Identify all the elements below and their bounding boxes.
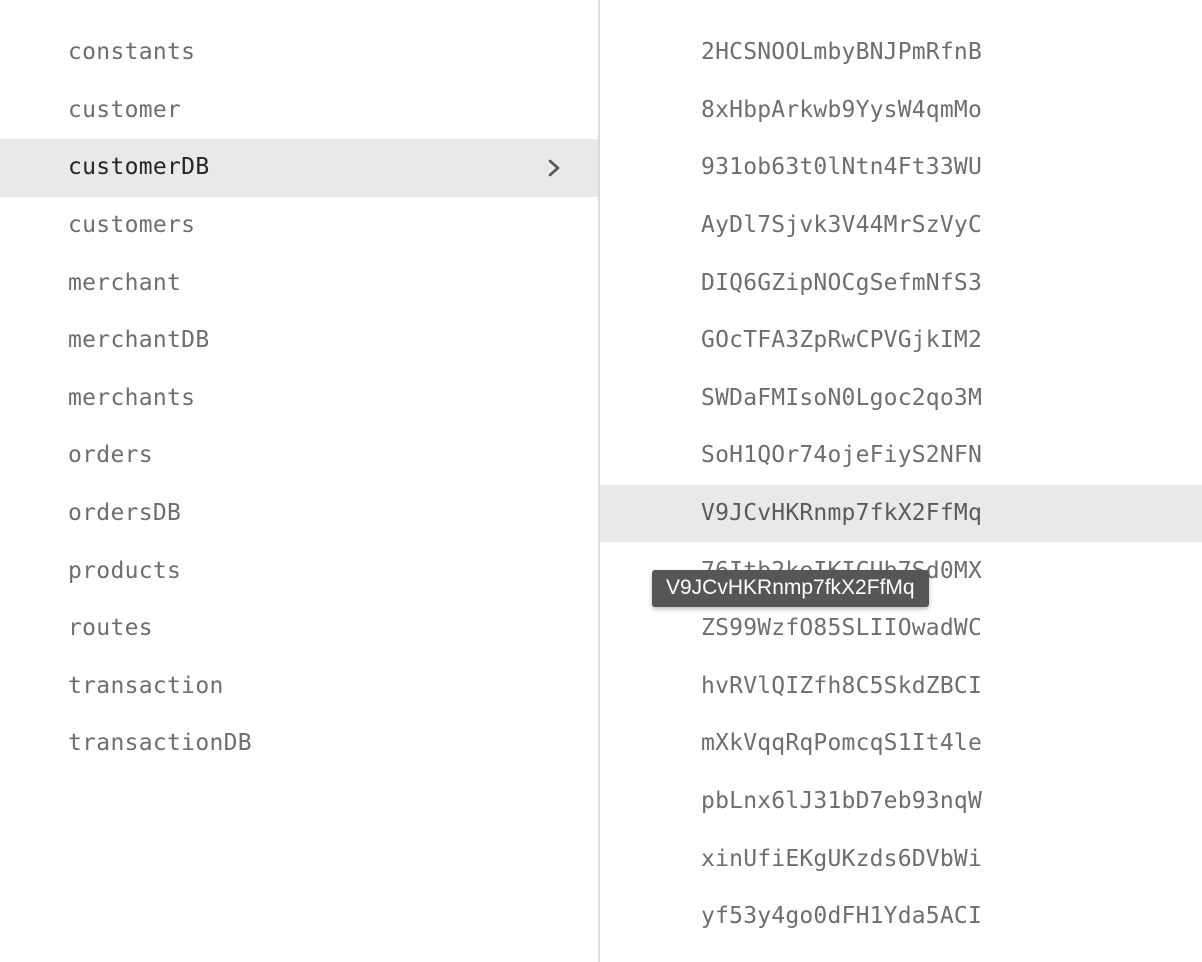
right-list-item[interactable]: 8xHbpArkwb9YysW4qmMo [600,82,1202,140]
right-list-item[interactable]: xinUfiEKgUKzds6DVbWi [600,830,1202,888]
right-panel-list: 2HCSNOOLmbyBNJPmRfnB 8xHbpArkwb9YysW4qmMo… [600,24,1202,946]
right-list-item[interactable]: hvRVlQIZfh8C5SkdZBCI [600,658,1202,716]
left-list-item-label: transaction [68,672,224,699]
right-list-item-label: 931ob63t0lNtn4Ft33WU [701,154,982,181]
left-list-item-label: merchants [68,384,196,411]
left-list-item[interactable]: transactionDB [0,715,598,773]
left-list-item[interactable]: customers [0,197,598,255]
left-list-item[interactable]: orders [0,427,598,485]
left-list-item-label: merchantDB [68,327,210,354]
right-list-item-label: DIQ6GZipNOCgSefmNfS3 [701,269,982,296]
left-panel: constants customer customerDB customers merc… [0,0,598,962]
right-list-item-label: mXkVqqRqPomcqS1It4le [701,730,982,757]
right-list-item-label: 76Itb2keIKICUb7Sd0MX [701,557,982,584]
left-list-item[interactable]: customerDB [0,139,598,197]
left-list-item-label: ordersDB [68,500,182,527]
left-list-item-label: orders [68,442,153,469]
left-list-item-label: transactionDB [68,730,252,757]
right-list-item-label: pbLnx6lJ31bD7eb93nqW [701,788,982,815]
right-list-item-label: 2HCSNOOLmbyBNJPmRfnB [701,39,982,66]
left-list-item[interactable]: merchantDB [0,312,598,370]
left-list-item[interactable]: constants [0,24,598,82]
left-list-item-label: routes [68,615,153,642]
left-list-item[interactable]: ordersDB [0,485,598,543]
left-list-item[interactable]: routes [0,600,598,658]
right-list-item[interactable]: 931ob63t0lNtn4Ft33WU [600,139,1202,197]
left-list-item-label: products [68,557,182,584]
right-list-item-label: xinUfiEKgUKzds6DVbWi [701,845,982,872]
left-list-item-label: customerDB [68,154,210,181]
right-list-item[interactable]: yf53y4go0dFH1Yda5ACI [600,888,1202,946]
right-list-item[interactable]: 2HCSNOOLmbyBNJPmRfnB [600,24,1202,82]
right-list-item-label: V9JCvHKRnmp7fkX2FfMq [701,500,982,527]
right-list-item[interactable]: AyDl7Sjvk3V44MrSzVyC [600,197,1202,255]
left-list-item-label: customers [68,212,196,239]
right-panel: 2HCSNOOLmbyBNJPmRfnB 8xHbpArkwb9YysW4qmMo… [600,0,1202,962]
right-list-item[interactable]: DIQ6GZipNOCgSefmNfS3 [600,254,1202,312]
right-list-item-label: AyDl7Sjvk3V44MrSzVyC [701,212,982,239]
left-list-item-label: constants [68,39,196,66]
right-list-item[interactable]: SoH1QOr74ojeFiyS2NFN [600,427,1202,485]
right-list-item-label: 8xHbpArkwb9YysW4qmMo [701,96,982,123]
left-list-item[interactable]: products [0,542,598,600]
autocomplete-panels: constants customer customerDB customers merc… [0,0,1202,962]
right-list-item[interactable]: mXkVqqRqPomcqS1It4le [600,715,1202,773]
left-panel-list: constants customer customerDB customers merc… [0,24,598,773]
right-list-item[interactable]: GOcTFA3ZpRwCPVGjkIM2 [600,312,1202,370]
left-list-item[interactable]: merchant [0,254,598,312]
right-list-item[interactable]: V9JCvHKRnmp7fkX2FfMq [600,484,1202,543]
left-list-item[interactable]: merchants [0,370,598,428]
right-list-item-label: ZS99WzfO85SLIIOwadWC [701,615,982,642]
right-list-item-label: GOcTFA3ZpRwCPVGjkIM2 [701,327,982,354]
left-list-item[interactable]: transaction [0,658,598,716]
left-list-item-label: customer [68,96,182,123]
right-list-item[interactable]: SWDaFMIsoN0Lgoc2qo3M [600,370,1202,428]
left-list-item[interactable]: customer [0,82,598,140]
right-list-item-label: yf53y4go0dFH1Yda5ACI [701,903,982,930]
right-list-item[interactable]: 76Itb2keIKICUb7Sd0MX [600,542,1202,600]
chevron-right-icon[interactable] [542,156,566,180]
right-list-item[interactable]: pbLnx6lJ31bD7eb93nqW [600,773,1202,831]
right-list-item-label: SWDaFMIsoN0Lgoc2qo3M [701,384,982,411]
right-list-item-label: SoH1QOr74ojeFiyS2NFN [701,442,982,469]
right-list-item-label: hvRVlQIZfh8C5SkdZBCI [701,672,982,699]
right-list-item[interactable]: ZS99WzfO85SLIIOwadWC [600,600,1202,658]
left-list-item-label: merchant [68,269,182,296]
